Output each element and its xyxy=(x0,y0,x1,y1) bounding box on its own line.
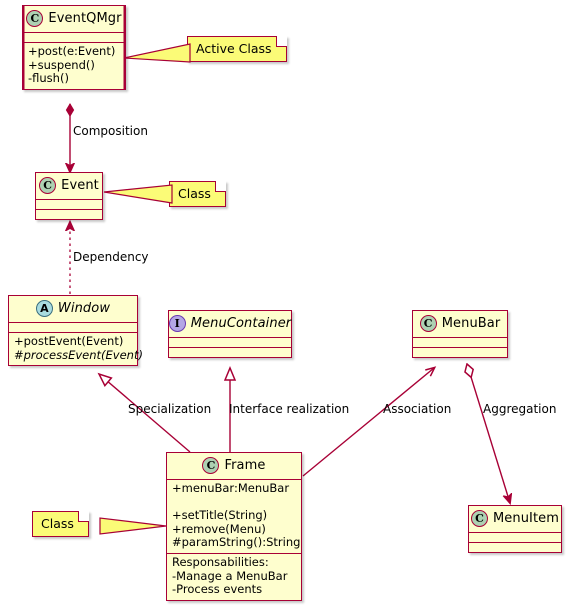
note-leader-event-class xyxy=(103,184,173,204)
note-connectors xyxy=(99,43,191,535)
uml-diagram-canvas: Event --> MenuBar (association) --> Menu… xyxy=(0,0,572,611)
note-leader-frame-class xyxy=(99,517,167,535)
note-leader-active-class xyxy=(123,43,191,63)
